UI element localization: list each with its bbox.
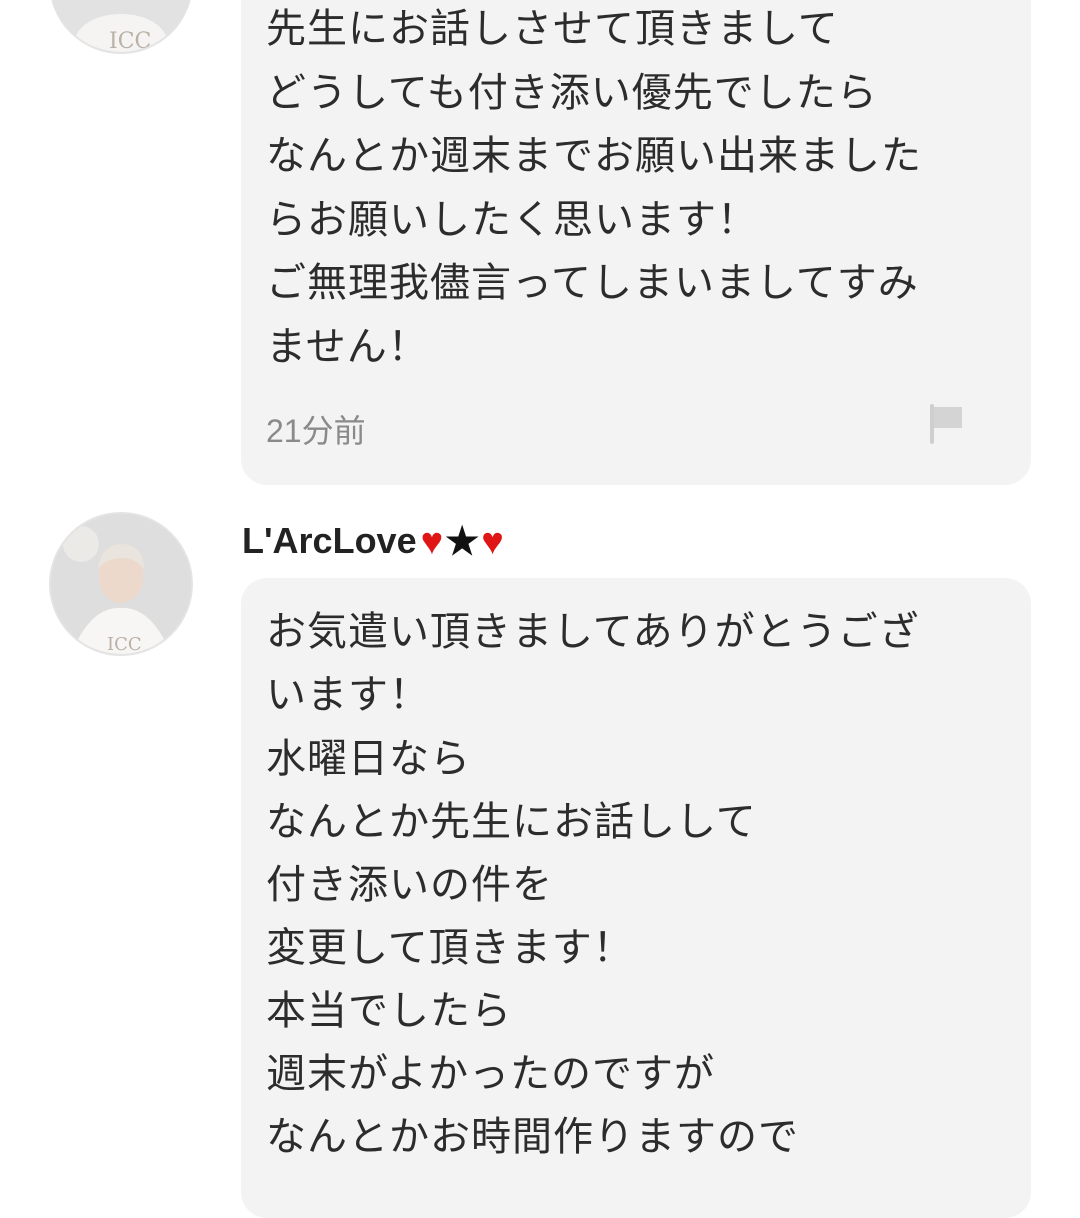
message-line: 付き添いの件を	[266, 862, 553, 908]
avatar[interactable]: ICC	[49, 0, 193, 54]
message-line: ご無理我儘言ってしまいましてすみ	[266, 260, 919, 306]
message-line: なんとか先生にお話しして	[266, 799, 757, 845]
flag-icon[interactable]	[929, 404, 965, 444]
timestamp: 21分前	[266, 413, 366, 449]
avatar-photo: ICC	[51, 514, 191, 654]
message-line: お気遣い頂きましてありがとうござ	[266, 609, 920, 655]
author-decoration: ♥★♥	[421, 519, 506, 564]
comment-author[interactable]: L'ArcLove ♥★♥	[242, 516, 506, 566]
message-bubble: 先生にお話しさせて頂きまして どうしても付き添い優先でしたら なんとか週末までお…	[241, 0, 1031, 485]
heart-icon: ♥	[481, 520, 506, 563]
message-line: らお願いしたく思います！	[266, 197, 758, 243]
heart-icon: ♥	[420, 520, 446, 563]
star-icon: ★	[445, 520, 482, 563]
avatar[interactable]: ICC	[49, 512, 193, 656]
message-line: 週末がよかったのですが	[266, 1051, 715, 1097]
message-line: 変更して頂きます！	[266, 925, 634, 971]
message-line: 本当でしたら	[266, 988, 512, 1034]
svg-text:ICC: ICC	[109, 29, 151, 52]
avatar-photo: ICC	[51, 0, 191, 52]
author-name: L'ArcLove	[242, 520, 417, 561]
message-line: 水曜日なら	[266, 736, 471, 782]
message-line: なんとかお時間作りますので	[266, 1114, 799, 1160]
message-line: 先生にお話しさせて頂きまして	[266, 6, 839, 52]
message-line: どうしても付き添い優先でしたら	[266, 70, 878, 116]
svg-text:ICC: ICC	[107, 634, 142, 654]
message-line: なんとか週末までお願い出来ました	[266, 133, 922, 179]
message-bubble: お気遣い頂きましてありがとうござ います！ 水曜日なら なんとか先生にお話しして…	[241, 578, 1031, 1218]
message-line: います！	[266, 672, 430, 718]
message-line: ません！	[266, 324, 429, 370]
